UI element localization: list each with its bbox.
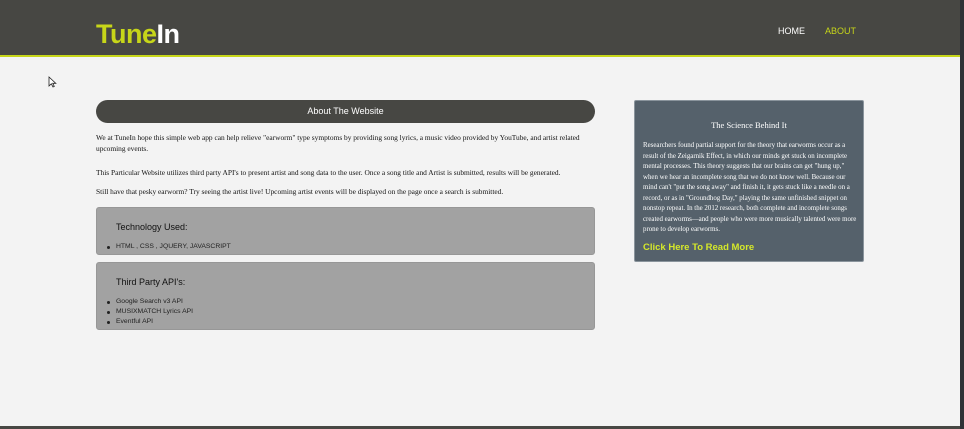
third-party-apis-title: Third Party API's:: [116, 277, 186, 287]
top-navbar: TuneIn HOME ABOUT: [0, 0, 960, 57]
about-website-heading: About The Website: [96, 100, 595, 123]
science-panel-title: The Science Behind It: [711, 120, 787, 130]
window-right-edge: [960, 0, 964, 429]
logo-part-tune: Tune: [96, 19, 157, 49]
about-paragraph-3: Still have that pesky earworm? Try seein…: [96, 187, 504, 196]
api-list-item: MUSIXMATCH Lyrics API: [106, 308, 194, 315]
about-paragraph-2: This Particular Website utilizes third p…: [96, 168, 561, 177]
technology-list-item: HTML , CSS , JQUERY, JAVASCRIPT: [107, 243, 231, 250]
mouse-pointer-icon: [48, 76, 57, 88]
api-list: Google Search v3 API MUSIXMATCH Lyrics A…: [106, 297, 194, 327]
third-party-apis-box: Third Party API's: Google Search v3 API …: [96, 262, 595, 330]
api-list-item: Google Search v3 API: [106, 297, 193, 307]
technology-list: HTML , CSS , JQUERY, JAVASCRIPT: [107, 242, 231, 252]
technology-used-title: Technology Used:: [116, 222, 188, 232]
read-more-link[interactable]: Click Here To Read More: [643, 242, 754, 253]
site-logo[interactable]: TuneIn: [96, 19, 180, 49]
technology-used-box: Technology Used: HTML , CSS , JQUERY, JA…: [96, 207, 595, 255]
nav-home-link[interactable]: HOME: [778, 26, 805, 36]
science-panel-body: Researchers found partial support for th…: [643, 142, 857, 233]
logo-part-in: In: [156, 19, 181, 49]
nav-about-link[interactable]: ABOUT: [825, 26, 856, 36]
api-list-item: Eventful API: [106, 317, 193, 327]
about-paragraph-1: We at TuneIn hope this simple web app ca…: [96, 133, 580, 153]
science-panel: The Science Behind It Researchers found …: [634, 100, 864, 262]
